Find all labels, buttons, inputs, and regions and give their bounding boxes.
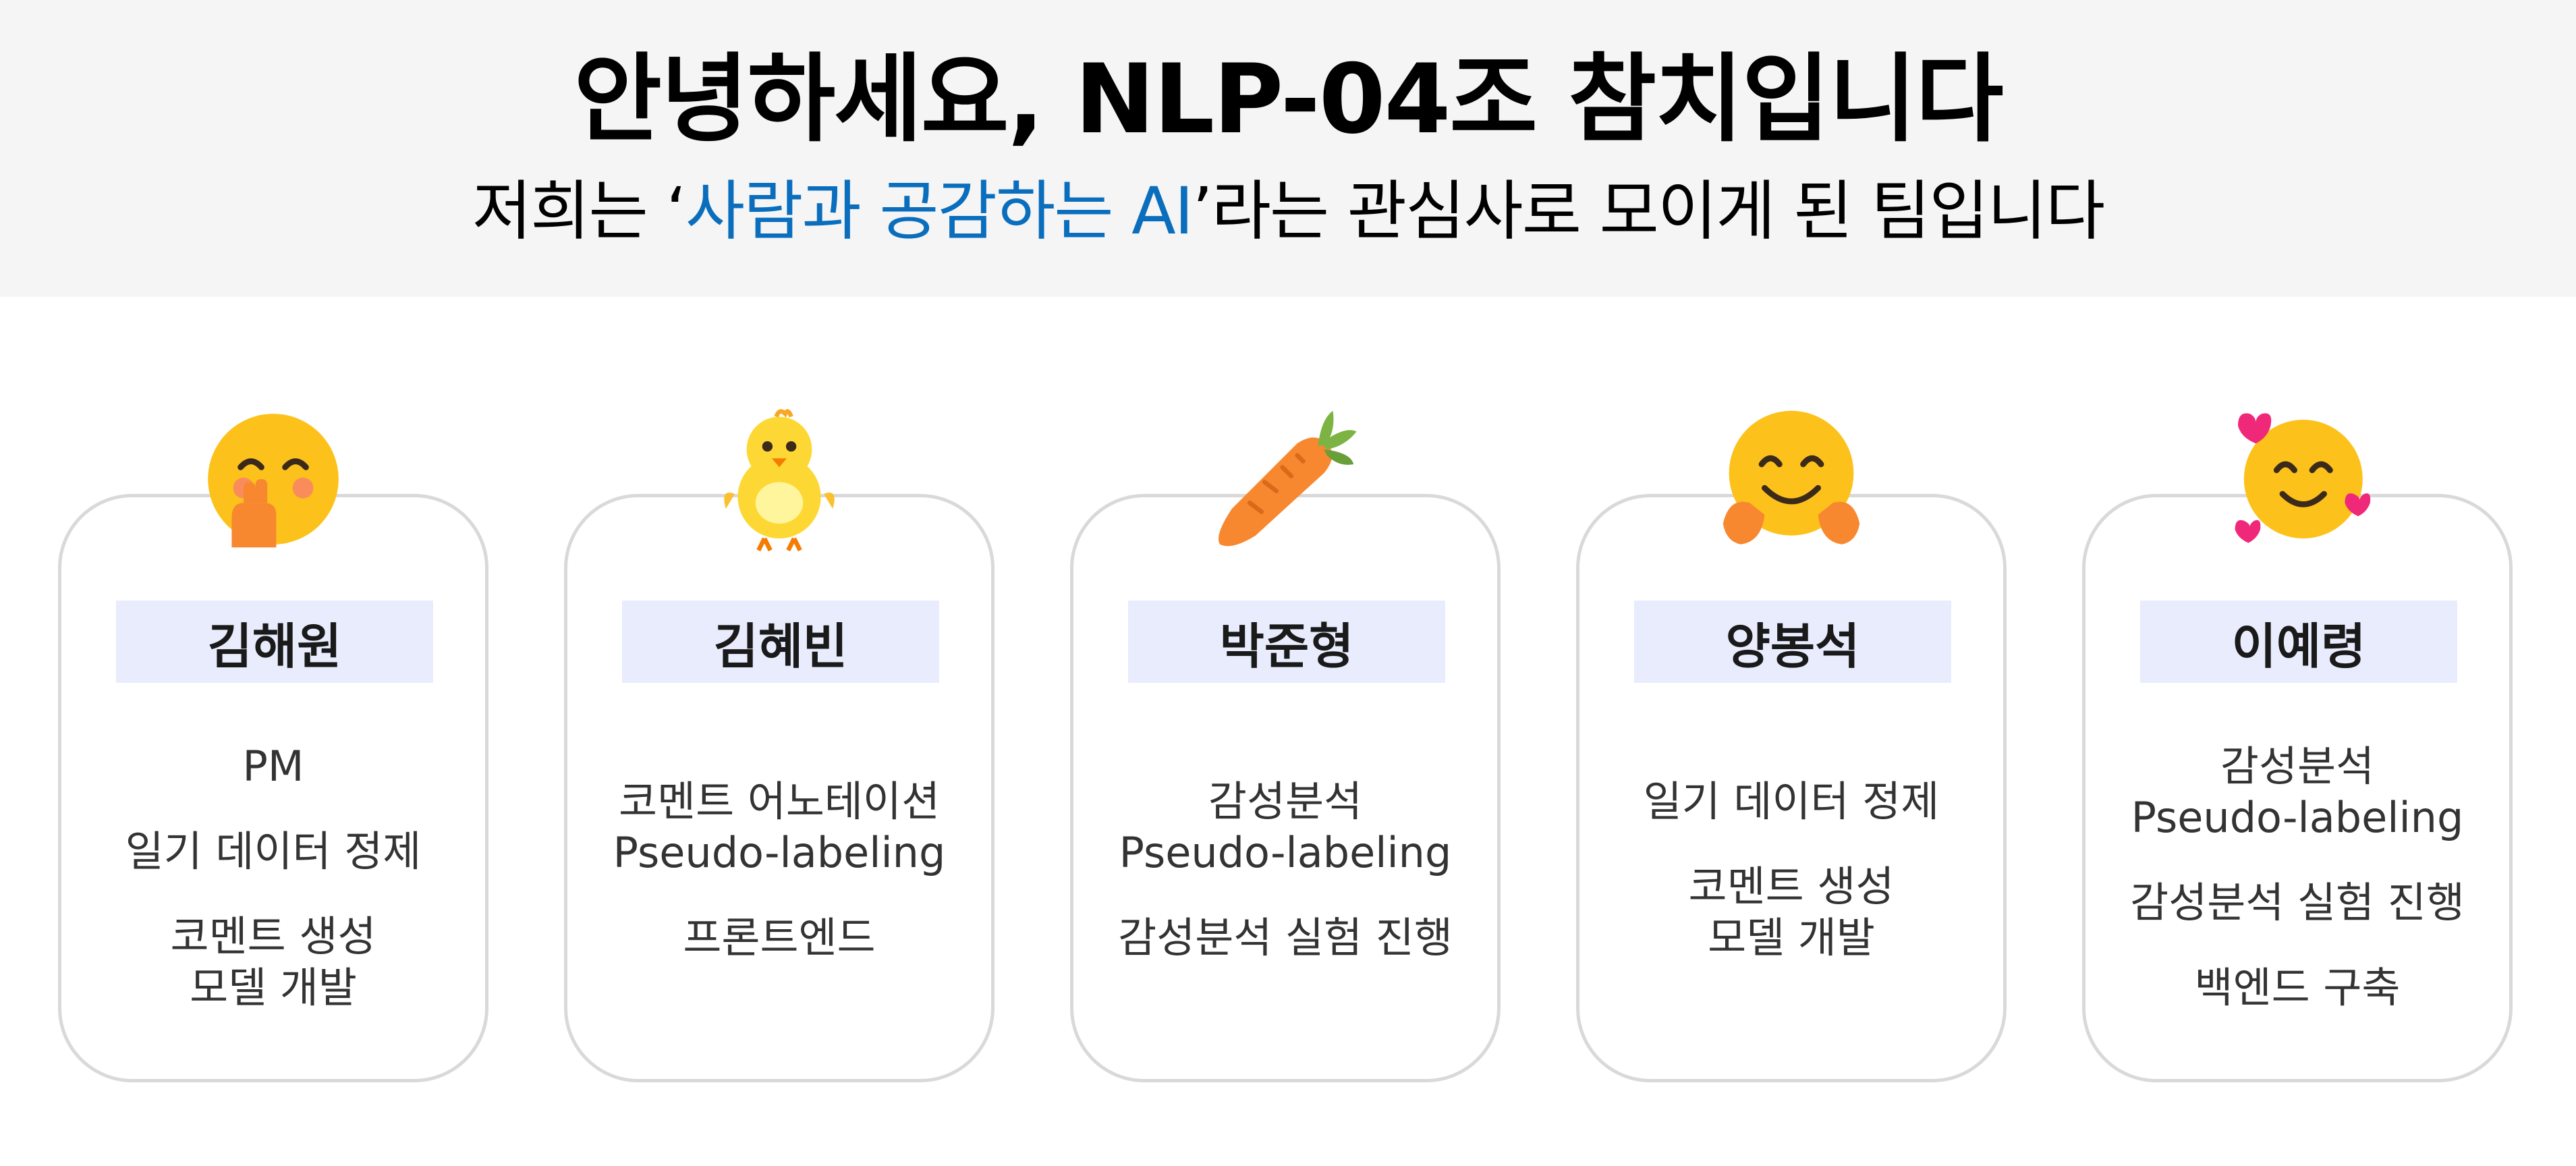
hugging-face-icon (1717, 405, 1866, 553)
role-line: Pseudo-labeling (613, 828, 946, 877)
member-name-box: 박준형 (1128, 601, 1445, 683)
role-line: 감성분석 (2220, 742, 2375, 791)
subtitle-suffix: ’라는 관심사로 모이게 된 팀입니다 (1192, 173, 2105, 249)
role-item: 감성분석 Pseudo-labeling (2095, 741, 2500, 843)
carrot-icon (1211, 405, 1360, 553)
role-line: 모델 개발 (190, 963, 357, 1012)
role-item: PM (71, 741, 476, 792)
role-item: 감성분석 실험 진행 (1083, 912, 1488, 964)
role-line: 코멘트 어노테이션 (618, 777, 941, 826)
member-name: 김해원 (207, 617, 342, 675)
chick-icon (705, 405, 853, 553)
smiling-face-with-hearts-icon (2223, 405, 2372, 553)
role-line: 코멘트 생성 (1688, 862, 1895, 911)
role-line: 모델 개발 (1708, 913, 1875, 962)
role-line: 백엔드 구축 (2194, 963, 2401, 1012)
role-line: 감성분석 실험 진행 (2130, 878, 2465, 927)
member-roles: 감성분석 Pseudo-labeling 감성분석 실험 진행 백엔드 구축 (2095, 741, 2500, 1047)
role-item: 코멘트 어노테이션 Pseudo-labeling (577, 776, 982, 879)
member-name-box: 김혜빈 (622, 601, 939, 683)
page-title: 안녕하세요, NLP-04조 참치입니다 (573, 44, 2003, 155)
role-line: Pseudo-labeling (2131, 793, 2464, 842)
role-item: 일기 데이터 정제 (71, 826, 476, 877)
page-subtitle: 저희는 ‘사람과 공감하는 AI’라는 관심사로 모이게 된 팀입니다 (0, 167, 2576, 255)
role-line: 일기 데이터 정제 (1643, 777, 1940, 826)
role-item: 코멘트 생성 모델 개발 (71, 911, 476, 1014)
role-line: 감성분석 실험 진행 (1118, 913, 1453, 962)
role-item: 프론트엔드 (577, 912, 982, 964)
member-name: 양봉석 (1725, 617, 1860, 675)
role-line: PM (242, 742, 304, 791)
role-item: 감성분석 실험 진행 (2095, 877, 2500, 928)
member-roles: PM 일기 데이터 정제 코멘트 생성 모델 개발 (71, 741, 476, 1047)
member-roles: 코멘트 어노테이션 Pseudo-labeling 프론트엔드 (577, 776, 982, 997)
role-item: 감성분석 Pseudo-labeling (1083, 776, 1488, 879)
role-line: 코멘트 생성 (170, 912, 376, 961)
member-name: 김혜빈 (713, 617, 848, 675)
member-roles: 감성분석 Pseudo-labeling 감성분석 실험 진행 (1083, 776, 1488, 997)
member-name-box: 양봉석 (1634, 601, 1951, 683)
member-roles: 일기 데이터 정제 코멘트 생성 모델 개발 (1589, 776, 1994, 997)
role-line: 일기 데이터 정제 (125, 827, 422, 876)
member-name-box: 김해원 (116, 601, 433, 683)
role-item: 일기 데이터 정제 (1589, 776, 1994, 827)
role-line: 감성분석 (1208, 777, 1363, 826)
role-item: 코멘트 생성 모델 개발 (1589, 861, 1994, 964)
member-name: 박준형 (1219, 617, 1354, 675)
role-item: 백엔드 구축 (2095, 962, 2500, 1014)
subtitle-highlight: 사람과 공감하는 AI (685, 173, 1194, 249)
member-name: 이예령 (2231, 617, 2366, 675)
hand-over-mouth-face-icon (199, 405, 347, 553)
role-line: Pseudo-labeling (1119, 828, 1452, 877)
subtitle-prefix: 저희는 ‘ (472, 173, 687, 249)
role-line: 프론트엔드 (683, 913, 876, 962)
member-name-box: 이예령 (2140, 601, 2457, 683)
